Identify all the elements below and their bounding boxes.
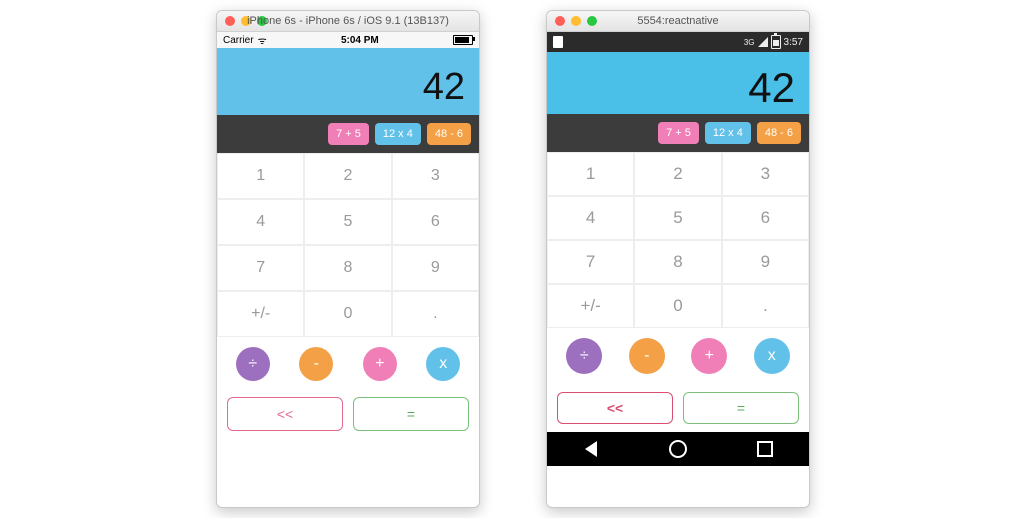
- nav-home-icon[interactable]: [669, 440, 687, 458]
- network-label: 3G: [744, 38, 755, 47]
- delete-button[interactable]: <<: [227, 397, 343, 431]
- key-9[interactable]: 9: [392, 245, 479, 291]
- android-emulator-window: 5554:reactnative 3G 3:57 42 7 + 5 12 x 4…: [546, 10, 810, 508]
- close-icon[interactable]: [225, 16, 235, 26]
- key-5[interactable]: 5: [634, 196, 721, 240]
- key-5[interactable]: 5: [304, 199, 391, 245]
- keypad: 1 2 3 4 5 6 7 8 9 +/- 0 .: [547, 152, 809, 328]
- bottom-row: << =: [217, 391, 479, 441]
- history-chip[interactable]: 48 - 6: [427, 123, 471, 145]
- key-1[interactable]: 1: [547, 152, 634, 196]
- key-8[interactable]: 8: [304, 245, 391, 291]
- key-7[interactable]: 7: [217, 245, 304, 291]
- maximize-icon[interactable]: [257, 16, 267, 26]
- key-point[interactable]: .: [722, 284, 809, 328]
- op-divide[interactable]: ÷: [566, 338, 602, 374]
- key-4[interactable]: 4: [547, 196, 634, 240]
- android-nav-bar: [547, 432, 809, 466]
- ios-simulator-window: iPhone 6s - iPhone 6s / iOS 9.1 (13B137)…: [216, 10, 480, 508]
- wifi-icon: ᯤ: [258, 33, 267, 47]
- signal-icon: [758, 37, 768, 47]
- operator-row: ÷ - + x: [547, 328, 809, 384]
- key-2[interactable]: 2: [304, 153, 391, 199]
- equals-button[interactable]: =: [683, 392, 799, 424]
- ios-status-bar: Carrier ᯤ 5:04 PM: [217, 32, 479, 48]
- key-7[interactable]: 7: [547, 240, 634, 284]
- key-0[interactable]: 0: [634, 284, 721, 328]
- equals-button[interactable]: =: [353, 397, 469, 431]
- ios-time: 5:04 PM: [341, 35, 379, 46]
- delete-button[interactable]: <<: [557, 392, 673, 424]
- key-sign[interactable]: +/-: [217, 291, 304, 337]
- history-chip[interactable]: 7 + 5: [328, 123, 369, 145]
- android-status-bar: 3G 3:57: [547, 32, 809, 52]
- op-minus[interactable]: -: [629, 338, 665, 374]
- bottom-row: << =: [547, 384, 809, 432]
- battery-icon: [771, 35, 781, 49]
- key-4[interactable]: 4: [217, 199, 304, 245]
- history-chip[interactable]: 7 + 5: [658, 122, 699, 144]
- op-divide[interactable]: ÷: [236, 347, 270, 381]
- op-times[interactable]: x: [754, 338, 790, 374]
- history-bar: 7 + 5 12 x 4 48 - 6: [547, 114, 809, 152]
- key-1[interactable]: 1: [217, 153, 304, 199]
- key-0[interactable]: 0: [304, 291, 391, 337]
- keypad: 1 2 3 4 5 6 7 8 9 +/- 0 .: [217, 153, 479, 337]
- android-window-titlebar[interactable]: 5554:reactnative: [547, 11, 809, 32]
- key-3[interactable]: 3: [722, 152, 809, 196]
- android-time: 3:57: [784, 37, 803, 48]
- history-chip[interactable]: 12 x 4: [375, 123, 421, 145]
- key-sign[interactable]: +/-: [547, 284, 634, 328]
- key-2[interactable]: 2: [634, 152, 721, 196]
- nav-recent-icon[interactable]: [756, 440, 774, 458]
- key-point[interactable]: .: [392, 291, 479, 337]
- op-plus[interactable]: +: [363, 347, 397, 381]
- nav-back-icon[interactable]: [582, 440, 600, 458]
- op-minus[interactable]: -: [299, 347, 333, 381]
- key-3[interactable]: 3: [392, 153, 479, 199]
- key-6[interactable]: 6: [392, 199, 479, 245]
- calc-display: 42: [217, 48, 479, 115]
- op-plus[interactable]: +: [691, 338, 727, 374]
- minimize-icon[interactable]: [571, 16, 581, 26]
- key-8[interactable]: 8: [634, 240, 721, 284]
- battery-icon: [453, 35, 473, 45]
- history-chip[interactable]: 12 x 4: [705, 122, 751, 144]
- ios-window-titlebar[interactable]: iPhone 6s - iPhone 6s / iOS 9.1 (13B137): [217, 11, 479, 32]
- maximize-icon[interactable]: [587, 16, 597, 26]
- carrier-label: Carrier: [223, 35, 254, 46]
- history-bar: 7 + 5 12 x 4 48 - 6: [217, 115, 479, 153]
- op-times[interactable]: x: [426, 347, 460, 381]
- key-9[interactable]: 9: [722, 240, 809, 284]
- minimize-icon[interactable]: [241, 16, 251, 26]
- app-icon: [553, 36, 563, 48]
- operator-row: ÷ - + x: [217, 337, 479, 391]
- history-chip[interactable]: 48 - 6: [757, 122, 801, 144]
- close-icon[interactable]: [555, 16, 565, 26]
- calc-display: 42: [547, 52, 809, 114]
- key-6[interactable]: 6: [722, 196, 809, 240]
